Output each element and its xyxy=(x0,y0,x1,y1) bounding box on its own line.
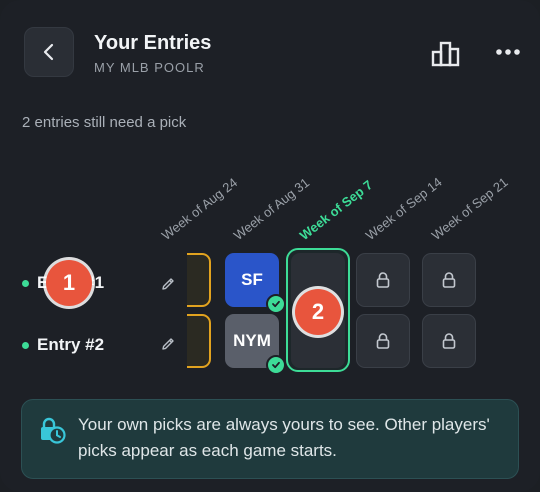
edit-icon[interactable] xyxy=(160,336,176,352)
privacy-info-box: Your own picks are always yours to see. … xyxy=(21,399,519,479)
pick-cell-entry2-aug31[interactable]: NYM xyxy=(225,314,286,375)
leaderboard-icon[interactable] xyxy=(430,38,462,70)
pick-cell-entry2-aug24[interactable] xyxy=(187,314,211,368)
lock-clock-icon xyxy=(41,417,66,444)
callout-marker-2: 2 xyxy=(295,289,341,335)
check-icon xyxy=(266,355,286,375)
status-dot xyxy=(22,341,29,349)
team-abbr: SF xyxy=(241,270,263,289)
pick-cell-entry1-aug31[interactable]: SF xyxy=(225,253,286,314)
pick-cell-entry2-sep14 xyxy=(356,314,410,368)
entries-panel: Your Entries MY MLB POOLR 2 entries stil… xyxy=(0,0,540,492)
lock-icon xyxy=(376,333,390,349)
pending-picks-notice: 2 entries still need a pick xyxy=(22,114,187,131)
callout-marker-1: 1 xyxy=(46,260,92,306)
pick-cell-entry1-aug24[interactable] xyxy=(187,253,211,307)
lock-icon xyxy=(442,333,456,349)
back-button[interactable] xyxy=(24,27,74,77)
lock-icon xyxy=(376,272,390,288)
pick-cell-entry2-sep21 xyxy=(422,314,476,368)
pick-cell-entry1-sep14 xyxy=(356,253,410,307)
check-icon xyxy=(266,294,286,314)
lock-icon xyxy=(442,272,456,288)
team-abbr: NYM xyxy=(233,331,271,350)
edit-icon[interactable] xyxy=(160,276,176,292)
pool-name: MY MLB POOLR xyxy=(94,60,205,75)
picks-grid: SF NYM xyxy=(187,240,540,380)
page-title: Your Entries xyxy=(94,32,212,54)
pick-cell-entry1-sep21 xyxy=(422,253,476,307)
more-icon[interactable] xyxy=(494,44,522,60)
chevron-left-icon xyxy=(43,43,54,61)
entry-name: Entry #2 xyxy=(37,335,105,354)
privacy-info-text: Your own picks are always yours to see. … xyxy=(78,415,490,460)
status-dot xyxy=(22,279,29,287)
entry-row-2-label[interactable]: Entry #2 xyxy=(22,335,104,355)
week-header-aug24: Week of Aug 24 xyxy=(158,174,241,243)
